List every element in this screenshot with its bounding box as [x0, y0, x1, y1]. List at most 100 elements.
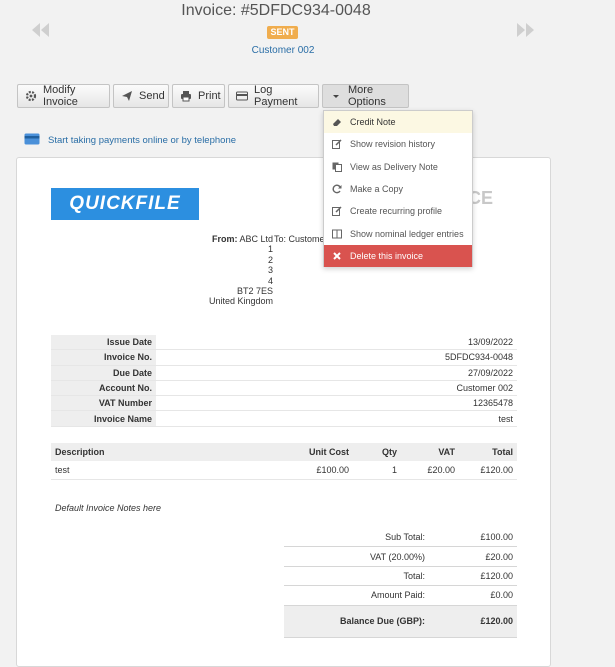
line-items-table: Description Unit Cost Qty VAT Total test… [51, 443, 517, 480]
balance-value: £120.00 [429, 605, 517, 638]
totals-row: Amount Paid: £0.00 [284, 585, 517, 606]
send-button[interactable]: Send [113, 84, 169, 108]
line-qty: 1 [353, 461, 401, 480]
totals-row: Total: £120.00 [284, 566, 517, 587]
address-line: 2 [267, 254, 273, 265]
book-icon [332, 229, 342, 239]
address-line: BT2 7ES [236, 286, 273, 297]
balance-label: Balance Due (GBP): [284, 605, 429, 638]
address-line: United Kingdom [208, 296, 273, 307]
totals-value: £0.00 [429, 585, 517, 606]
meta-value: 12365478 [156, 395, 517, 412]
table-header-row: Description Unit Cost Qty VAT Total [51, 443, 517, 461]
more-options-label: More Options [348, 84, 386, 108]
column-header: Qty [353, 443, 401, 461]
table-row: test £100.00 1 £20.00 £120.00 [51, 461, 517, 480]
meta-label: Due Date [51, 365, 156, 381]
column-header: Description [51, 443, 275, 461]
totals-label: Amount Paid: [284, 585, 429, 606]
menu-item-label: Make a Copy [350, 184, 404, 195]
totals-value: £100.00 [429, 528, 517, 548]
table-row: Issue Date 13/09/2022 [51, 335, 517, 351]
table-row: Due Date 27/09/2022 [51, 365, 517, 381]
column-header: VAT [401, 443, 459, 461]
line-total: £120.00 [459, 461, 517, 480]
menu-item-make-copy[interactable]: Make a Copy [324, 178, 472, 200]
address-line: 3 [267, 265, 273, 276]
invoice-notes: Default Invoice Notes here [55, 503, 162, 513]
address-line: 4 [267, 275, 273, 286]
meta-value: test [156, 410, 517, 427]
logo-text: QUICKFILE [69, 193, 181, 214]
previous-invoice-icon[interactable] [29, 21, 51, 39]
menu-item-label: View as Delivery Note [350, 161, 438, 172]
from-label: From: [211, 234, 238, 244]
totals-value: £20.00 [429, 546, 517, 567]
modify-invoice-label: Modify Invoice [43, 84, 78, 108]
refresh-icon [332, 184, 342, 194]
edit-icon [332, 206, 342, 217]
page-title: Invoice: #5DFDC934-0048 [181, 2, 371, 19]
totals-value: £120.00 [429, 566, 517, 587]
meta-label: Issue Date [51, 335, 156, 351]
line-unit-cost: £100.00 [275, 461, 353, 480]
meta-value: 13/09/2022 [156, 335, 517, 351]
customer-link[interactable]: Customer 002 [0, 45, 566, 56]
balance-due-row: Balance Due (GBP): £120.00 [284, 605, 517, 638]
menu-item-revision-history[interactable]: Show revision history [324, 133, 472, 155]
online-payments-link[interactable]: Start taking payments online or by telep… [24, 133, 236, 148]
meta-label: VAT Number [51, 395, 156, 412]
send-label: Send [139, 90, 165, 102]
line-description: test [51, 461, 275, 480]
totals-row: Sub Total: £100.00 [284, 528, 517, 548]
status-badge: SENT [267, 26, 298, 39]
meta-value: Customer 002 [156, 380, 517, 397]
from-name: ABC Ltd [239, 234, 273, 244]
menu-item-delete-invoice[interactable]: Delete this invoice [324, 244, 472, 268]
log-payment-button[interactable]: Log Payment [228, 84, 319, 108]
print-button[interactable]: Print [172, 84, 225, 108]
company-logo: QUICKFILE [51, 188, 199, 220]
column-header: Total [459, 443, 517, 461]
table-row: Invoice Name test [51, 410, 517, 427]
meta-label: Invoice Name [51, 410, 156, 427]
more-options-button[interactable]: More Options [322, 84, 409, 108]
address-line: 1 [267, 244, 273, 255]
credit-card-icon [236, 90, 248, 102]
caret-down-icon [330, 90, 342, 102]
menu-item-label: Delete this invoice [350, 250, 424, 261]
meta-value: 5DFDC934-0048 [156, 349, 517, 366]
menu-item-credit-note[interactable]: Credit Note [324, 111, 472, 134]
next-invoice-icon[interactable] [515, 21, 537, 39]
menu-item-label: Show nominal ledger entries [350, 228, 464, 239]
menu-item-recurring-profile[interactable]: Create recurring profile [324, 200, 472, 222]
totals-table: Sub Total: £100.00 VAT (20.00%) £20.00 Tot… [284, 528, 517, 638]
paper-plane-icon [121, 90, 133, 102]
edit-icon [332, 139, 342, 150]
log-payment-label: Log Payment [254, 84, 298, 108]
online-payments-label: Start taking payments online or by telep… [48, 135, 237, 146]
printer-icon [180, 90, 192, 102]
column-header: Unit Cost [275, 443, 353, 461]
table-row: Invoice No. 5DFDC934-0048 [51, 349, 517, 366]
totals-row: VAT (20.00%) £20.00 [284, 546, 517, 567]
gear-icon [25, 90, 37, 102]
invoice-meta-table: Issue Date 13/09/2022 Invoice No. 5DFDC934… [51, 335, 517, 427]
line-vat: £20.00 [401, 461, 459, 480]
table-row: VAT Number 12365478 [51, 395, 517, 412]
menu-item-label: Create recurring profile [350, 206, 443, 217]
totals-label: VAT (20.00%) [284, 546, 429, 567]
menu-item-nominal-ledger[interactable]: Show nominal ledger entries [324, 222, 472, 244]
menu-item-delivery-note[interactable]: View as Delivery Note [324, 156, 472, 178]
menu-item-label: Credit Note [350, 117, 396, 128]
totals-label: Sub Total: [284, 528, 429, 548]
meta-label: Account No. [51, 380, 156, 397]
modify-invoice-button[interactable]: Modify Invoice [17, 84, 110, 108]
copy-doc-icon [332, 162, 342, 172]
times-icon [332, 251, 342, 261]
meta-label: Invoice No. [51, 349, 156, 366]
menu-item-label: Show revision history [350, 139, 436, 150]
meta-value: 27/09/2022 [156, 365, 517, 381]
totals-label: Total: [284, 566, 429, 587]
eraser-icon [332, 117, 342, 127]
